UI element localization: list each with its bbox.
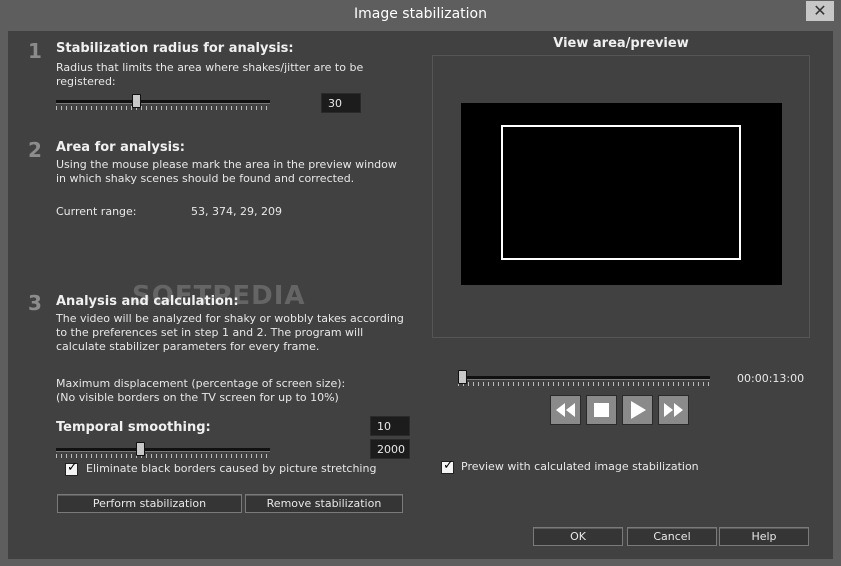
preview-heading: View area/preview: [553, 36, 689, 51]
analysis-area-rectangle[interactable]: [501, 125, 741, 260]
step-2-number: 2: [28, 138, 42, 162]
step-2-heading: Area for analysis:: [56, 140, 185, 155]
radius-slider-thumb[interactable]: [132, 94, 141, 108]
radius-input[interactable]: 30: [321, 93, 361, 113]
image-stabilization-window: Image stabilization ✕ 1 Stabilization ra…: [0, 0, 841, 566]
rewind-icon: [556, 403, 575, 417]
ok-button[interactable]: OK: [533, 527, 623, 546]
timeline-slider-track: [458, 376, 710, 380]
fast-forward-button[interactable]: [658, 395, 689, 425]
radius-slider-track: [56, 100, 270, 104]
radius-slider[interactable]: [56, 94, 270, 110]
smoothing-slider-ticks: [56, 454, 270, 458]
rewind-button[interactable]: [550, 395, 581, 425]
smoothing-slider[interactable]: [56, 442, 270, 458]
smoothing-input[interactable]: 2000: [370, 439, 410, 459]
timeline-slider-thumb[interactable]: [458, 370, 467, 384]
remove-stabilization-button[interactable]: Remove stabilization: [245, 494, 403, 513]
play-icon: [631, 401, 646, 419]
timecode: 00:00:13:00: [737, 372, 805, 385]
step-1-number: 1: [28, 39, 42, 63]
timeline-slider-ticks: [458, 382, 710, 386]
eliminate-borders-label: Eliminate black borders caused by pictur…: [86, 462, 377, 475]
checkmark-icon: ✓: [443, 458, 454, 473]
close-button[interactable]: ✕: [806, 1, 834, 21]
smoothing-slider-track: [56, 448, 270, 452]
dialog-panel: 1 Stabilization radius for analysis: Rad…: [8, 31, 833, 559]
close-icon: ✕: [813, 1, 827, 20]
step-3-heading: Analysis and calculation:: [56, 294, 239, 309]
stop-icon: [594, 403, 609, 417]
temporal-smoothing-heading: Temporal smoothing:: [56, 420, 211, 435]
step-1-description: Radius that limits the area where shakes…: [56, 61, 364, 88]
step-3-description: The video will be analyzed for shaky or …: [56, 312, 404, 353]
window-title: Image stabilization: [354, 6, 487, 22]
current-range-value: 53, 374, 29, 209: [191, 205, 282, 218]
step-2-description: Using the mouse please mark the area in …: [56, 158, 397, 185]
smoothing-slider-thumb[interactable]: [136, 442, 145, 456]
displacement-input[interactable]: 10: [370, 416, 410, 436]
play-button[interactable]: [622, 395, 653, 425]
stop-button[interactable]: [586, 395, 617, 425]
step-1-heading: Stabilization radius for analysis:: [56, 41, 294, 56]
fast-forward-icon: [664, 403, 683, 417]
title-bar[interactable]: Image stabilization ✕: [0, 0, 841, 30]
timeline-slider[interactable]: [458, 370, 710, 386]
perform-stabilization-button[interactable]: Perform stabilization: [57, 494, 242, 513]
preview-stabilization-label: Preview with calculated image stabilizat…: [461, 460, 699, 473]
help-button[interactable]: Help: [719, 527, 809, 546]
eliminate-borders-checkbox[interactable]: ✓: [65, 460, 78, 476]
radius-slider-ticks: [56, 106, 270, 110]
checkmark-icon: ✓: [67, 460, 78, 475]
step-3-number: 3: [28, 291, 42, 315]
displacement-note: (No visible borders on the TV screen for…: [56, 391, 339, 404]
preview-stabilization-checkbox[interactable]: ✓: [441, 458, 454, 474]
cancel-button[interactable]: Cancel: [627, 527, 717, 546]
current-range-label: Current range:: [56, 205, 137, 218]
displacement-label: Maximum displacement (percentage of scre…: [56, 377, 346, 390]
